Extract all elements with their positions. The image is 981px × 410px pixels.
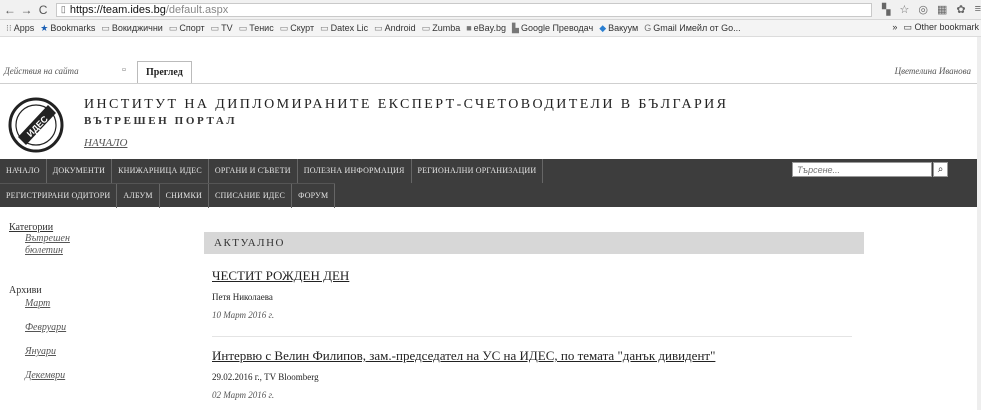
site-subtitle: ВЪТРЕШЕН ПОРТАЛ — [84, 115, 238, 127]
star-icon: ★ — [40, 22, 49, 33]
post-date: 02 Март 2016 г. — [212, 390, 275, 400]
browser-toolbar: ← → C ▯ https://team.ides.bg /default.as… — [0, 0, 981, 20]
sidebar-archives-heading: Архиви — [9, 285, 42, 296]
site-actions-menu[interactable]: Действия на сайта — [4, 66, 79, 76]
sidebar-categories-heading[interactable]: Категории — [9, 222, 109, 233]
bookmark-folder[interactable]: ▭ Спорт — [169, 23, 205, 34]
nav-item-forum[interactable]: ФОРУМ — [292, 184, 336, 208]
archive-item-february[interactable]: Февруари — [25, 322, 109, 334]
bookmark-gmail[interactable]: G Gmail Имейл от Go... — [644, 23, 740, 33]
bookmark-folder[interactable]: ▭ Datex Lic — [320, 23, 368, 34]
folder-icon: ▭ — [374, 22, 383, 33]
scrollbar[interactable] — [977, 37, 981, 410]
post-divider — [212, 336, 852, 337]
search-icon[interactable]: ⌕ — [933, 162, 948, 177]
bookmark-vakuum[interactable]: ◆ Вакуум — [599, 23, 638, 34]
nav-item-regional-orgs[interactable]: РЕГИОНАЛНИ ОРГАНИЗАЦИИ — [412, 159, 544, 183]
bookmark-ebay[interactable]: ■ eBay.bg — [466, 23, 506, 33]
translate-icon: ▙ — [512, 22, 519, 33]
ides-logo: ИДЕС — [8, 97, 64, 153]
tab-view[interactable]: Преглед — [137, 61, 192, 83]
other-bookmarks[interactable]: ▭ Other bookmark — [903, 22, 979, 33]
bookmark-translate[interactable]: ▙ Google Преводач — [512, 23, 593, 34]
bookmark-apps[interactable]: ⁝⁝ Apps — [6, 23, 34, 34]
nav-item-useful-info[interactable]: ПОЛЕЗНА ИНФОРМАЦИЯ — [298, 159, 412, 183]
nav-item-photos[interactable]: СНИМКИ — [160, 184, 209, 208]
archive-item-december[interactable]: Декември — [25, 370, 109, 382]
folder-icon: ▭ — [320, 22, 329, 33]
user-menu[interactable]: Цветелина Иванова — [895, 66, 971, 76]
extension-icon[interactable]: ▚ — [882, 3, 890, 16]
extension-icon[interactable]: ▦ — [937, 3, 947, 16]
back-icon[interactable]: ← — [3, 3, 17, 17]
bookmarks-overflow: » ▭ Other bookmark — [892, 22, 979, 33]
site-title: ИНСТИТУТ НА ДИПЛОМИРАНИТЕ ЕКСПЕРТ-СЧЕТОВ… — [84, 97, 729, 112]
archive-item-march[interactable]: Март — [25, 298, 109, 310]
sidebar-category-item[interactable]: Вътрешен — [25, 233, 109, 245]
reload-icon[interactable]: C — [36, 3, 50, 17]
address-bar[interactable]: ▯ https://team.ides.bg /default.aspx — [55, 2, 872, 17]
section-header: АКТУАЛНО — [204, 232, 864, 254]
menu-icon[interactable]: ≡ — [975, 3, 981, 16]
bookmark-folder[interactable]: ▭ Zumba — [422, 23, 461, 34]
folder-icon: ▭ — [279, 22, 289, 33]
ebay-icon: ■ — [466, 23, 472, 33]
post-date: 10 Март 2016 г. — [212, 310, 275, 320]
nav-item-magazine[interactable]: СПИСАНИЕ ИДЕС — [209, 184, 293, 208]
folder-icon: ▭ — [168, 22, 178, 33]
nav-item-home[interactable]: НАЧАЛО — [0, 159, 47, 183]
bookmark-folder[interactable]: ▭ TV — [211, 23, 233, 34]
nav-item-registered-auditors[interactable]: РЕГИСТРИРАНИ ОДИТОРИ — [0, 184, 118, 208]
apps-icon: ⁝⁝ — [6, 22, 12, 33]
sidebar-category-item[interactable]: бюлетин — [25, 245, 109, 257]
folder-icon: ▭ — [903, 22, 912, 32]
nav-row-2: РЕГИСТРИРАНИ ОДИТОРИ АЛБУМ СНИМКИ СПИСАН… — [0, 183, 336, 208]
extension-icon[interactable]: ◎ — [918, 3, 928, 16]
nav-item-album[interactable]: АЛБУМ — [117, 184, 160, 208]
google-icon: G — [644, 23, 652, 33]
post-title[interactable]: ЧЕСТИТ РОЖДЕН ДЕН — [212, 268, 349, 284]
nav-row-1: НАЧАЛО ДОКУМЕНТИ КНИЖАРНИЦА ИДЕС ОРГАНИ … — [0, 159, 544, 183]
forward-icon[interactable]: → — [20, 3, 34, 17]
bookmark-folder[interactable]: ▭ Скурт — [280, 23, 314, 34]
nav-item-documents[interactable]: ДОКУМЕНТИ — [47, 159, 113, 183]
browser-actions: ▚ ☆ ◎ ▦ ✿ ≡ — [882, 3, 981, 16]
post-author: Петя Николаева — [212, 292, 273, 302]
folder-icon: ▭ — [101, 22, 110, 33]
post-source: 29.02.2016 г., TV Bloomberg — [212, 372, 319, 382]
nav-item-bookstore[interactable]: КНИЖАРНИЦА ИДЕС — [112, 159, 209, 183]
nav-item-bodies-councils[interactable]: ОРГАНИ И СЪВЕТИ — [209, 159, 298, 183]
archive-list: Март Февруари Януари Декември — [9, 298, 109, 382]
search-input[interactable] — [792, 162, 932, 177]
bookmark-folder[interactable]: ▭ Тенис — [239, 23, 274, 34]
top-navigation: НАЧАЛО ДОКУМЕНТИ КНИЖАРНИЦА ИДЕС ОРГАНИ … — [0, 159, 981, 208]
url-path: /default.aspx — [165, 3, 229, 16]
sidebar: Категории Вътрешен бюлетин Архиви Март Ф… — [9, 222, 109, 382]
bookmarks-bar: ⁝⁝ Apps ★ Bookmarks ▭ Вокиджични ▭ Спорт ▭ TV… — [0, 20, 981, 37]
bookmark-folder[interactable]: ▭ Android — [374, 23, 416, 34]
url-host: https://team.ides.bg — [69, 3, 166, 16]
more-bookmarks-button[interactable]: » — [892, 22, 897, 33]
bookmark-bookmarks[interactable]: ★ Bookmarks — [40, 23, 95, 34]
extension-icon[interactable]: ✿ — [956, 3, 965, 16]
bookmark-folder[interactable]: ▭ Вокиджични — [101, 23, 162, 34]
navigate-up-icon[interactable]: ▫ — [122, 64, 126, 76]
archive-item-january[interactable]: Януари — [25, 346, 109, 358]
page-icon: ▯ — [60, 4, 66, 14]
post-title[interactable]: Интервю с Велин Филипов, зам.-председате… — [212, 348, 715, 364]
folder-icon: ▭ — [238, 22, 248, 33]
folder-icon: ▭ — [210, 22, 220, 33]
leaf-icon: ◆ — [599, 22, 607, 33]
ribbon-bar: Действия на сайта ▫ Преглед Цветелина Ив… — [0, 61, 981, 84]
folder-icon: ▭ — [421, 22, 431, 33]
star-icon[interactable]: ☆ — [899, 3, 909, 16]
home-link[interactable]: НАЧАЛО — [84, 137, 127, 149]
